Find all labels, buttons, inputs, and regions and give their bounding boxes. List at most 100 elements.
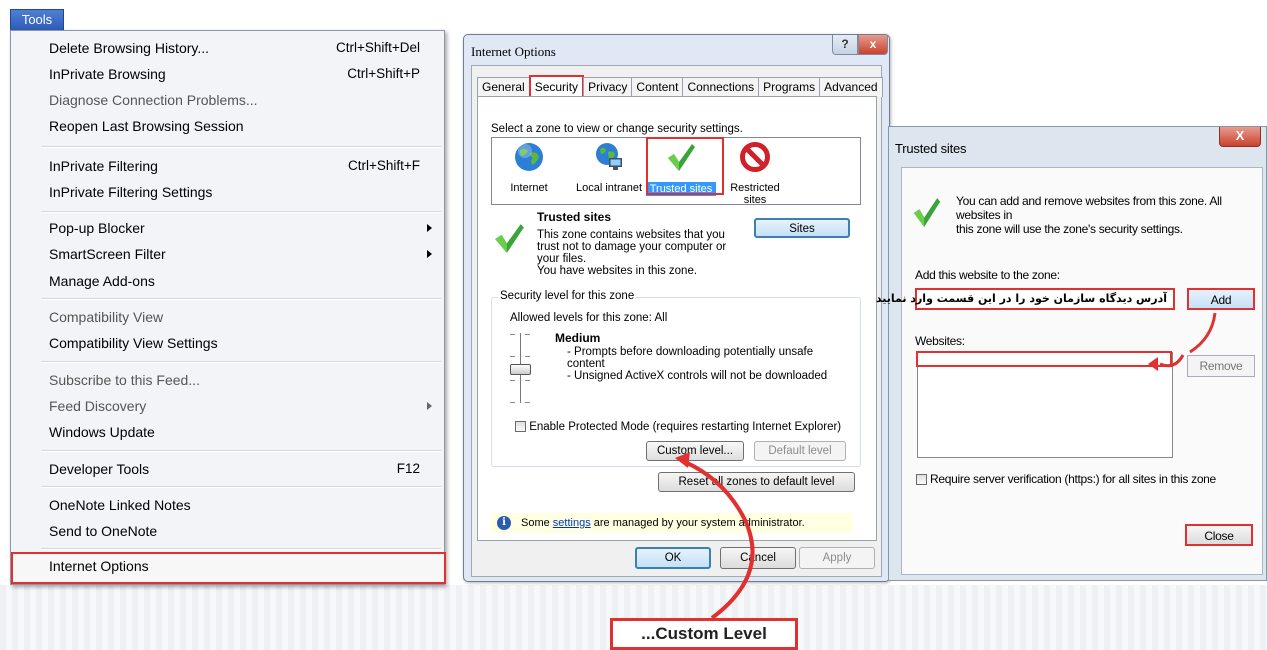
protected-mode-row[interactable]: Enable Protected Mode (requires restarti… bbox=[515, 421, 841, 433]
dialog-body: You can add and remove websites from thi… bbox=[876, 167, 1263, 575]
zone-description-line: your files. bbox=[537, 253, 587, 265]
zone-label: Local intranet bbox=[575, 182, 643, 194]
menu-item-developer-tools[interactable]: Developer Tools F12 bbox=[11, 456, 444, 482]
menu-item-inprivate-filtering-settings[interactable]: InPrivate Filtering Settings bbox=[11, 179, 444, 205]
zone-restricted-sites[interactable]: Restricted sites bbox=[720, 141, 790, 206]
menu-separator bbox=[41, 361, 441, 363]
admin-info-suffix: are managed by your system administrator… bbox=[590, 517, 805, 529]
menu-item-diagnose[interactable]: Diagnose Connection Problems... bbox=[11, 87, 444, 113]
menu-item-label: Reopen Last Browsing Session bbox=[49, 118, 244, 134]
menu-item-label: Send to OneNote bbox=[49, 523, 158, 539]
menu-item-label: InPrivate Filtering Settings bbox=[49, 184, 213, 200]
default-level-button[interactable]: Default level bbox=[754, 441, 846, 461]
add-website-label: Add this website to the zone: bbox=[915, 268, 1060, 282]
reset-all-zones-button[interactable]: Reset all zones to default level bbox=[658, 472, 855, 492]
trusted-sites-highlight bbox=[646, 137, 724, 195]
menu-item-delete-history[interactable]: Delete Browsing History... Ctrl+Shift+Del bbox=[11, 35, 444, 61]
tools-menu-button[interactable]: Tools bbox=[10, 9, 64, 31]
custom-level-caption: ...Custom Level bbox=[610, 618, 798, 650]
tab-privacy[interactable]: Privacy bbox=[583, 77, 633, 97]
menu-item-inprivate-filtering[interactable]: InPrivate Filtering Ctrl+Shift+F bbox=[11, 153, 444, 179]
menu-item-subscribe-feed[interactable]: Subscribe to this Feed... bbox=[11, 367, 444, 393]
menu-separator bbox=[41, 211, 441, 213]
custom-level-button[interactable]: Custom level... bbox=[646, 441, 744, 461]
help-button[interactable]: ? bbox=[832, 35, 858, 55]
cancel-button[interactable]: Cancel bbox=[720, 547, 796, 569]
zone-title: Trusted sites bbox=[537, 210, 612, 224]
menu-item-send-onenote[interactable]: Send to OneNote bbox=[11, 518, 444, 544]
globe-icon bbox=[515, 143, 543, 171]
menu-separator bbox=[41, 548, 441, 550]
menu-item-internet-options[interactable]: Internet Options bbox=[11, 553, 444, 579]
admin-info-text: Some settings are managed by your system… bbox=[521, 513, 805, 533]
allowed-levels: Allowed levels for this zone: All bbox=[510, 312, 668, 324]
security-slider-thumb[interactable] bbox=[510, 364, 531, 375]
menu-item-reopen-session[interactable]: Reopen Last Browsing Session bbox=[11, 113, 444, 139]
level-description-line: - Prompts before downloading potentially… bbox=[567, 346, 814, 358]
menu-item-feed-discovery[interactable]: Feed Discovery bbox=[11, 393, 444, 419]
security-level-group: Security level for this zone Allowed lev… bbox=[491, 290, 861, 467]
close-icon[interactable]: X bbox=[1219, 127, 1261, 147]
menu-item-popup-blocker[interactable]: Pop-up Blocker bbox=[11, 215, 444, 241]
require-https-checkbox[interactable] bbox=[916, 474, 927, 486]
trusted-info-line: You can add and remove websites from thi… bbox=[956, 194, 1222, 222]
tab-programs[interactable]: Programs bbox=[758, 77, 821, 97]
submenu-arrow-icon bbox=[427, 224, 432, 232]
require-https-row[interactable]: Require server verification (https:) for… bbox=[916, 472, 1216, 486]
apply-button[interactable]: Apply bbox=[799, 547, 875, 569]
submenu-arrow-icon bbox=[427, 402, 432, 410]
menu-item-compatibility-settings[interactable]: Compatibility View Settings bbox=[11, 330, 444, 356]
websites-list[interactable] bbox=[916, 351, 1173, 458]
admin-info-prefix: Some bbox=[521, 517, 553, 529]
trusted-info-line: this zone will use the zone's security s… bbox=[956, 222, 1183, 236]
menu-separator bbox=[41, 146, 441, 148]
info-icon: i bbox=[497, 516, 511, 530]
menu-item-label: Pop-up Blocker bbox=[49, 220, 145, 236]
close-button[interactable]: x bbox=[858, 35, 888, 55]
menu-item-label: Diagnose Connection Problems... bbox=[49, 92, 258, 108]
menu-item-smartscreen[interactable]: SmartScreen Filter bbox=[11, 241, 444, 267]
menu-item-label: Manage Add-ons bbox=[49, 273, 155, 289]
security-level-name: Medium bbox=[555, 331, 601, 345]
websites-label: Websites: bbox=[915, 334, 965, 348]
menu-item-compatibility-view[interactable]: Compatibility View bbox=[11, 304, 444, 330]
menu-item-label: OneNote Linked Notes bbox=[49, 497, 191, 513]
tab-advanced[interactable]: Advanced bbox=[819, 77, 883, 97]
settings-link[interactable]: settings bbox=[553, 517, 591, 529]
tab-content[interactable]: Content bbox=[631, 77, 684, 97]
menu-item-manage-addons[interactable]: Manage Add-ons bbox=[11, 268, 444, 294]
tab-security[interactable]: Security bbox=[528, 75, 585, 98]
zone-internet[interactable]: Internet bbox=[494, 141, 564, 194]
menu-item-onenote-linked[interactable]: OneNote Linked Notes bbox=[11, 492, 444, 518]
zone-label: Restricted sites bbox=[730, 182, 780, 206]
menu-separator bbox=[41, 486, 441, 488]
intranet-globe-icon bbox=[596, 143, 622, 170]
tab-general[interactable]: General bbox=[477, 77, 530, 97]
add-website-value: آدرس دیدگاه سازمان خود را در این قسمت وا… bbox=[875, 292, 1167, 305]
websites-list-selected-row[interactable] bbox=[916, 351, 1172, 367]
menu-separator bbox=[41, 298, 441, 300]
ok-button[interactable]: OK bbox=[635, 547, 711, 569]
menu-item-label: Developer Tools bbox=[49, 461, 150, 477]
close-button[interactable]: Close bbox=[1185, 524, 1253, 546]
add-website-input[interactable]: آدرس دیدگاه سازمان خود را در این قسمت وا… bbox=[876, 288, 1175, 310]
protected-mode-label: Enable Protected Mode (requires restarti… bbox=[529, 421, 842, 433]
menu-shortcut: Ctrl+Shift+Del bbox=[335, 40, 420, 55]
restricted-icon bbox=[740, 142, 770, 172]
security-level-description: - Prompts before downloading potentially… bbox=[567, 346, 857, 382]
add-button[interactable]: Add bbox=[1187, 288, 1255, 310]
dialog-title: Internet Options bbox=[471, 44, 556, 59]
dialog-title: Trusted sites bbox=[895, 141, 967, 156]
sites-button[interactable]: Sites bbox=[754, 218, 850, 238]
zone-description: This zone contains websites that you tru… bbox=[537, 229, 737, 277]
menu-item-label: Feed Discovery bbox=[49, 398, 147, 414]
remove-button[interactable]: Remove bbox=[1187, 355, 1255, 377]
menu-item-label: Windows Update bbox=[49, 424, 155, 440]
menu-item-inprivate-browsing[interactable]: InPrivate Browsing Ctrl+Shift+P bbox=[11, 61, 444, 87]
menu-item-windows-update[interactable]: Windows Update bbox=[11, 419, 444, 445]
tab-connections[interactable]: Connections bbox=[682, 77, 760, 97]
protected-mode-checkbox[interactable] bbox=[515, 421, 526, 433]
zone-description-line: trust not to damage your computer or bbox=[537, 241, 727, 253]
zone-local-intranet[interactable]: Local intranet bbox=[568, 141, 650, 194]
menu-separator bbox=[41, 450, 441, 452]
